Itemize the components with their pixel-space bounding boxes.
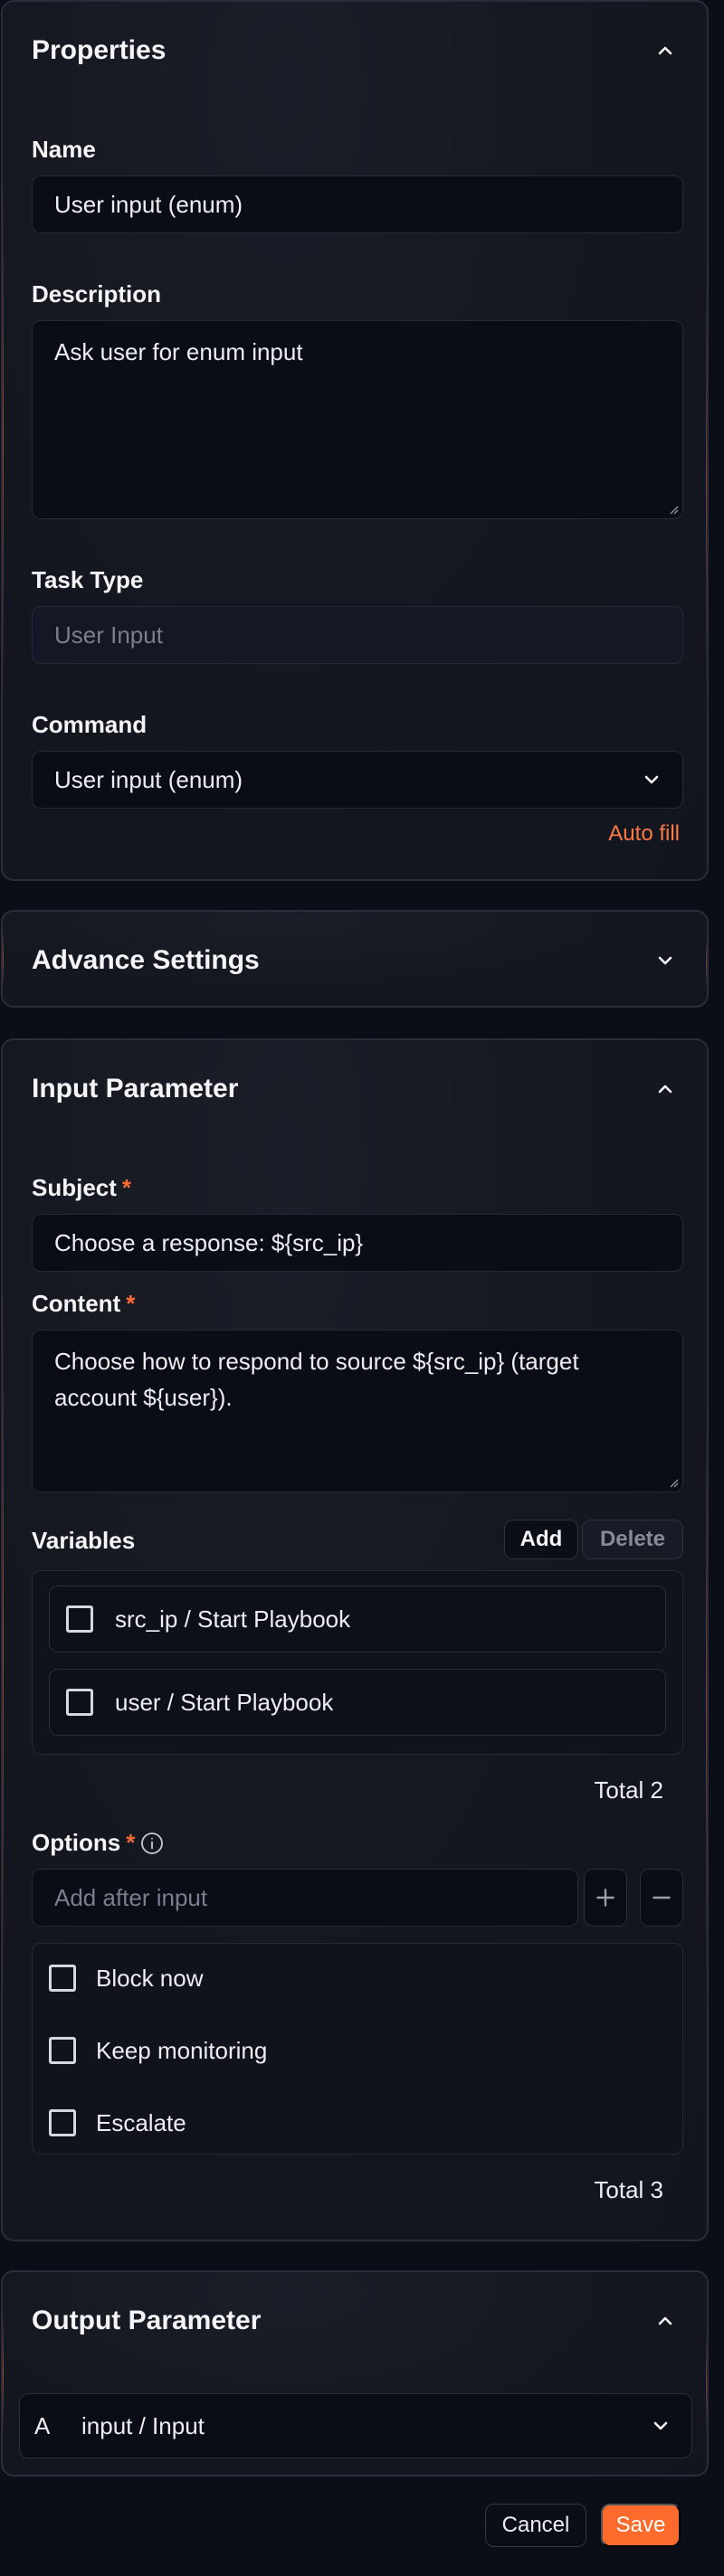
chevron-up-icon[interactable]	[653, 1076, 678, 1102]
input-parameter-card: Input Parameter Subject * Choose a respo…	[1, 1038, 709, 2241]
remove-option-button[interactable]	[640, 1869, 683, 1927]
task-type-input: User Input	[32, 606, 683, 664]
list-item[interactable]: src_ip / Start Playbook	[49, 1586, 666, 1653]
advance-settings-header[interactable]: Advance Settings	[32, 912, 678, 1006]
cancel-button[interactable]: Cancel	[485, 2504, 586, 2547]
properties-header[interactable]: Properties	[32, 2, 678, 99]
variables-total: Total 2	[594, 1776, 663, 1804]
list-item[interactable]: Block now	[49, 1960, 204, 1996]
option-label: Keep monitoring	[96, 2036, 268, 2064]
checkbox[interactable]	[66, 1605, 93, 1633]
options-total: Total 3	[594, 2176, 663, 2203]
options-placeholder: Add after input	[54, 1883, 208, 1911]
variables-label: Variables	[32, 1527, 136, 1554]
command-label: Command	[32, 711, 148, 738]
list-item[interactable]: user / Start Playbook	[49, 1669, 666, 1736]
command-select[interactable]: User input (enum)	[32, 751, 683, 809]
properties-title: Properties	[32, 35, 167, 65]
task-type-label: Task Type	[32, 566, 144, 593]
content-textarea[interactable]: Choose how to respond to source ${src_ip…	[32, 1330, 683, 1492]
advance-settings-title: Advance Settings	[32, 945, 260, 975]
properties-card: Properties Name User input (enum) Descri…	[1, 0, 709, 881]
add-variable-button[interactable]: Add	[504, 1520, 578, 1559]
output-type-badge: A	[34, 2411, 51, 2439]
content-label: Content *	[32, 1290, 135, 1318]
auto-fill-link[interactable]: Auto fill	[608, 821, 680, 847]
description-value: Ask user for enum input	[54, 338, 303, 365]
output-parameter-card: Output Parameter A input / Input	[1, 2270, 709, 2477]
input-parameter-title: Input Parameter	[32, 1074, 239, 1103]
options-input[interactable]: Add after input	[32, 1869, 578, 1927]
add-option-button[interactable]	[584, 1869, 627, 1927]
chevron-up-icon[interactable]	[653, 2308, 678, 2334]
save-button[interactable]: Save	[601, 2504, 681, 2547]
output-param-row[interactable]: A input / Input	[19, 2393, 692, 2458]
chevron-up-icon[interactable]	[653, 38, 678, 63]
options-list: Block now Keep monitoring Escalate	[32, 1943, 683, 2155]
name-input-value: User input (enum)	[54, 190, 243, 218]
input-parameter-header[interactable]: Input Parameter	[32, 1040, 678, 1138]
list-item[interactable]: Keep monitoring	[49, 2032, 267, 2069]
subject-label-text: Subject	[32, 1174, 117, 1201]
chevron-down-icon[interactable]	[653, 948, 678, 973]
content-label-text: Content	[32, 1290, 121, 1317]
checkbox[interactable]	[49, 2037, 76, 2064]
command-select-value: User input (enum)	[54, 765, 243, 793]
task-properties-panel: Properties Name User input (enum) Descri…	[0, 0, 724, 2576]
resize-handle-icon[interactable]	[668, 504, 679, 515]
delete-variable-button[interactable]: Delete	[582, 1520, 683, 1559]
plus-icon	[596, 1889, 614, 1907]
checkbox[interactable]	[49, 1965, 76, 1992]
content-value: Choose how to respond to source ${src_ip…	[54, 1348, 579, 1411]
chevron-down-icon	[644, 775, 659, 784]
description-label: Description	[32, 280, 162, 308]
required-mark: *	[121, 1174, 132, 1201]
list-item[interactable]: Escalate	[49, 2105, 186, 2141]
variable-label: src_ip / Start Playbook	[115, 1605, 351, 1633]
checkbox[interactable]	[49, 2109, 76, 2136]
variables-list: src_ip / Start Playbook user / Start Pla…	[32, 1570, 683, 1755]
resize-handle-icon[interactable]	[668, 1477, 679, 1488]
description-textarea[interactable]: Ask user for enum input	[32, 320, 683, 519]
chevron-down-icon	[653, 2421, 668, 2430]
subject-input[interactable]: Choose a response: ${src_ip}	[32, 1214, 683, 1272]
option-label: Block now	[96, 1964, 204, 1992]
output-parameter-header[interactable]: Output Parameter	[32, 2272, 678, 2370]
info-icon[interactable]	[140, 1832, 164, 1855]
advance-settings-card: Advance Settings	[1, 910, 709, 1008]
output-parameter-title: Output Parameter	[32, 2306, 262, 2335]
options-label-text: Options	[32, 1829, 121, 1856]
options-label: Options *	[32, 1829, 164, 1857]
task-type-placeholder: User Input	[54, 620, 163, 649]
required-mark: *	[126, 1290, 136, 1317]
option-label: Escalate	[96, 2108, 186, 2136]
subject-label: Subject *	[32, 1174, 131, 1202]
output-param-label: input / Input	[81, 2411, 205, 2439]
name-label: Name	[32, 136, 96, 163]
variable-label: user / Start Playbook	[115, 1688, 334, 1716]
required-mark: *	[126, 1829, 136, 1856]
name-input[interactable]: User input (enum)	[32, 175, 683, 233]
subject-value: Choose a response: ${src_ip}	[54, 1228, 364, 1256]
checkbox[interactable]	[66, 1689, 93, 1716]
minus-icon	[653, 1896, 671, 1899]
